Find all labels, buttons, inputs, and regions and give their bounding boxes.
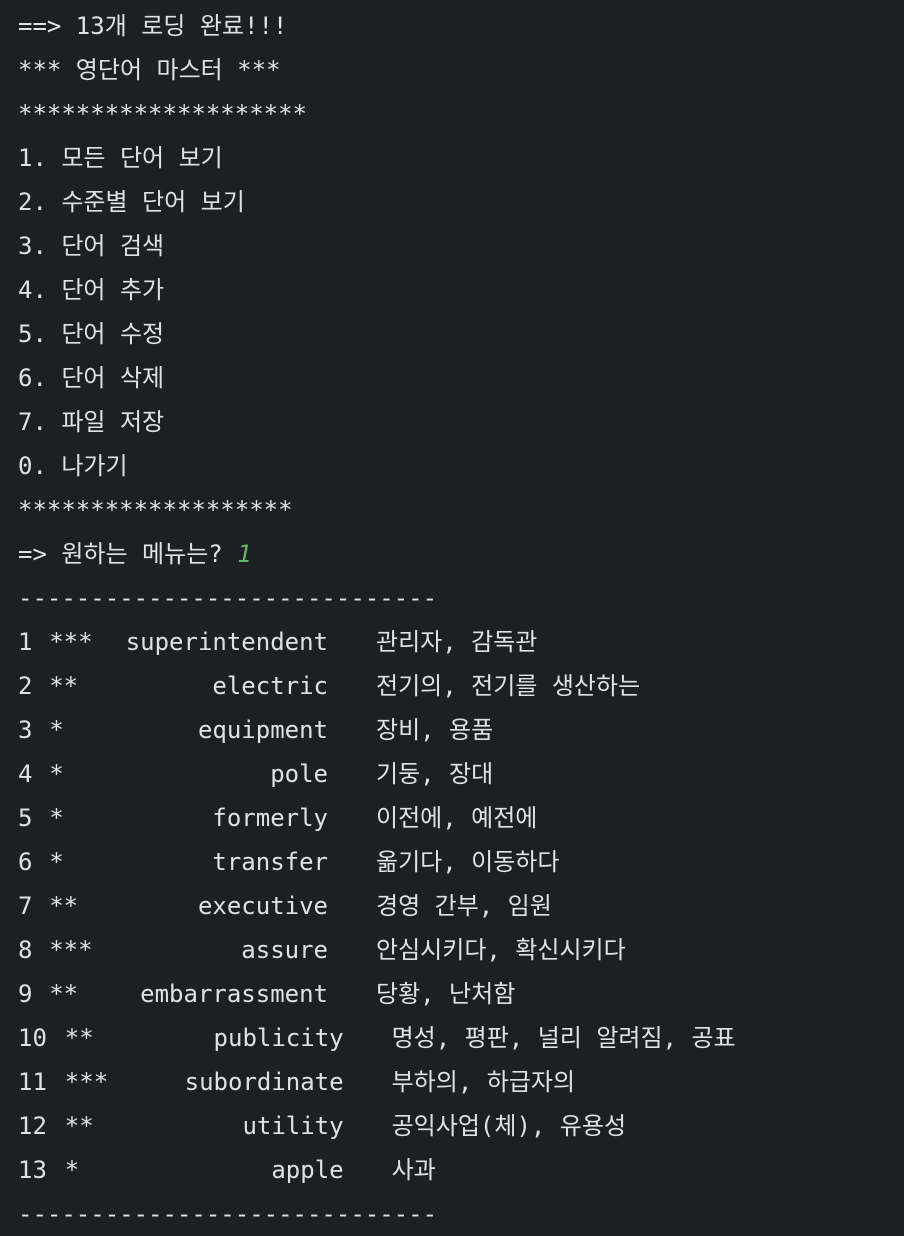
word-meaning: 이전에, 예전에 [376,804,538,832]
word-meaning: 관리자, 감독관 [376,628,538,656]
menu-item-search: 3. 단어 검색 [18,232,165,260]
word-number: 11 [18,1068,47,1096]
word-number: 12 [18,1112,47,1140]
word-meaning: 옮기다, 이동하다 [376,848,560,876]
word-english: formerly [212,804,328,832]
menu-item-exit: 0. 나가기 [18,452,128,480]
table-row: 9 ** embarrassment 당황, 난처함 [18,972,904,1016]
menu-prompt-line[interactable]: => 원하는 메뉴는? 1 [18,532,904,576]
word-meaning: 명성, 평판, 널리 알려짐, 공표 [391,1024,736,1052]
word-level: * [64,1156,80,1184]
divider: ----------------------------- [18,584,438,612]
word-english: subordinate [184,1068,344,1096]
table-row: 8 *** assure 안심시키다, 확신시키다 [18,928,904,972]
word-level: *** [64,1068,109,1096]
table-row: 3 * equipment 장비, 용품 [18,708,904,752]
table-row: 11 *** subordinate 부하의, 하급자의 [18,1060,904,1104]
table-row: 13 * apple 사과 [18,1148,904,1192]
word-english: embarrassment [140,980,328,1008]
table-row: 12 ** utility 공익사업(체), 유용성 [18,1104,904,1148]
word-number: 2 [18,672,33,700]
table-row: 10 ** publicity 명성, 평판, 널리 알려짐, 공표 [18,1016,904,1060]
word-list: 1 *** superintendent 관리자, 감독관 2 ** electric 전기의… [18,620,904,1192]
word-number: 4 [18,760,33,788]
app-title: *** 영단어 마스터 *** [18,56,281,84]
word-english: apple [271,1156,344,1184]
word-level: *** [49,628,93,656]
word-level: * [49,760,64,788]
word-meaning: 기둥, 장대 [376,760,494,788]
menu-item-view-by-level: 2. 수준별 단어 보기 [18,188,245,216]
table-row: 6 * transfer 옮기다, 이동하다 [18,840,904,884]
table-row: 1 *** superintendent 관리자, 감독관 [18,620,904,664]
table-row: 5 * formerly 이전에, 예전에 [18,796,904,840]
word-english: equipment [197,716,328,744]
table-row: 4 * pole 기둥, 장대 [18,752,904,796]
word-english: electric [212,672,328,700]
word-meaning: 경영 간부, 임원 [376,892,552,920]
word-number: 1 [18,628,33,656]
word-number: 10 [18,1024,47,1052]
word-level: * [49,848,64,876]
word-meaning: 전기의, 전기를 생산하는 [376,672,641,700]
menu-item-save-file: 7. 파일 저장 [18,408,165,436]
word-number: 8 [18,936,33,964]
word-number: 7 [18,892,33,920]
word-level: * [49,804,64,832]
word-english: transfer [212,848,328,876]
menu-top-border: ******************** [18,100,307,128]
word-level: ** [49,892,79,920]
menu-item-add: 4. 단어 추가 [18,276,165,304]
word-number: 3 [18,716,33,744]
menu-bottom-border: ******************* [18,496,293,524]
word-meaning: 장비, 용품 [376,716,494,744]
user-input[interactable]: 1 [237,540,251,568]
console-output: ==> 13개 로딩 완료!!! *** 영단어 마스터 *** *******… [18,4,904,1228]
word-meaning: 사과 [391,1156,436,1184]
word-number: 9 [18,980,33,1008]
word-level: ** [49,980,79,1008]
load-message: ==> 13개 로딩 완료!!! [18,12,288,40]
word-english: superintendent [125,628,328,656]
table-row: 2 ** electric 전기의, 전기를 생산하는 [18,664,904,708]
word-english: utility [242,1112,344,1140]
word-english: publicity [213,1024,344,1052]
menu-prompt: => 원하는 메뉴는? [18,540,238,568]
word-number: 13 [18,1156,47,1184]
word-number: 5 [18,804,33,832]
word-meaning: 당황, 난처함 [376,980,516,1008]
word-number: 6 [18,848,33,876]
menu-item-view-all: 1. 모든 단어 보기 [18,144,223,172]
word-level: * [49,716,64,744]
word-level: ** [64,1112,94,1140]
word-meaning: 공익사업(체), 유용성 [391,1112,627,1140]
menu-item-edit: 5. 단어 수정 [18,320,165,348]
word-level: ** [64,1024,94,1052]
word-english: pole [270,760,328,788]
end-divider: ----------------------------- [18,1200,438,1228]
word-meaning: 부하의, 하급자의 [391,1068,576,1096]
word-meaning: 안심시키다, 확신시키다 [376,936,626,964]
menu-item-delete: 6. 단어 삭제 [18,364,165,392]
table-row: 7 ** executive 경영 간부, 임원 [18,884,904,928]
word-english: assure [241,936,328,964]
word-level: *** [49,936,93,964]
word-english: executive [197,892,328,920]
word-level: ** [49,672,79,700]
